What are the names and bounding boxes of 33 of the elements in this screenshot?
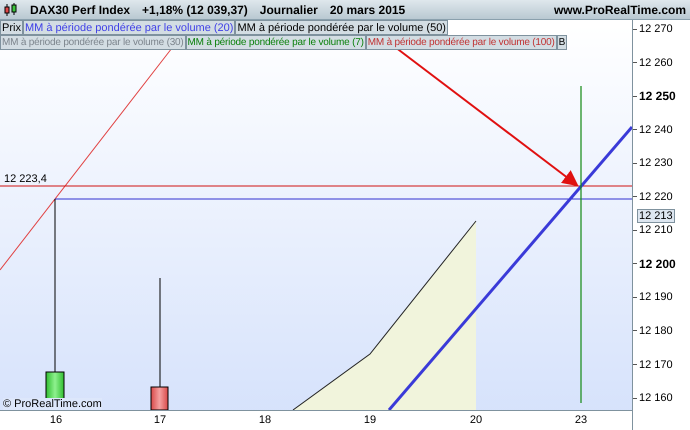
price-marker: 12 213	[637, 209, 675, 223]
legend-item[interactable]: MM à période pondérée par le volume (100)	[366, 35, 557, 50]
legend-item[interactable]: MM à période pondérée par le volume (7)	[186, 35, 366, 50]
price-axis-label: 12 260	[639, 56, 673, 69]
price-axis-label: 12 240	[639, 124, 673, 136]
date-label: 20 mars 2015	[330, 2, 406, 18]
legend-item[interactable]: MM à période pondérée par le volume (20)	[22, 20, 236, 35]
price-axis-label: 12 170	[639, 358, 673, 370]
price-axis-label: 12 160	[639, 392, 673, 404]
date-axis-label: 17	[154, 414, 166, 426]
price-axis-label: 12 230	[639, 157, 673, 170]
legend-item[interactable]: Prix	[0, 20, 23, 35]
date-axis-label: 20	[470, 414, 482, 426]
date-axis-label: 23	[574, 414, 588, 426]
instrument-name: DAX30 Perf Index	[30, 2, 130, 18]
date-axis-label: 16	[50, 414, 62, 426]
legend-item[interactable]: B	[556, 35, 568, 50]
copyright-label: © ProRealTime.com	[3, 398, 102, 410]
price-axis-label: 12 200	[639, 258, 676, 270]
site-link[interactable]: www.ProRealTime.com	[554, 0, 686, 18]
date-axis-label: 18	[258, 414, 272, 426]
price-axis-label: 12 220	[639, 190, 673, 203]
date-axis-label: 19	[364, 414, 376, 426]
price-axis-label: 12 270	[639, 23, 673, 35]
level-label: 12 223,4	[4, 173, 47, 185]
price-axis-label: 12 190	[639, 291, 673, 304]
price-axis-label: 12 180	[639, 324, 673, 337]
price-axis-label: 12 210	[639, 224, 673, 236]
price-change: +1,18% (12 039,37)	[142, 2, 248, 18]
legend-item[interactable]: MM à période pondérée par le volume (50)	[235, 20, 448, 35]
period-label: Journalier	[260, 2, 318, 18]
candlestick-icon	[4, 2, 18, 16]
price-axis-label: 12 250	[639, 90, 676, 102]
